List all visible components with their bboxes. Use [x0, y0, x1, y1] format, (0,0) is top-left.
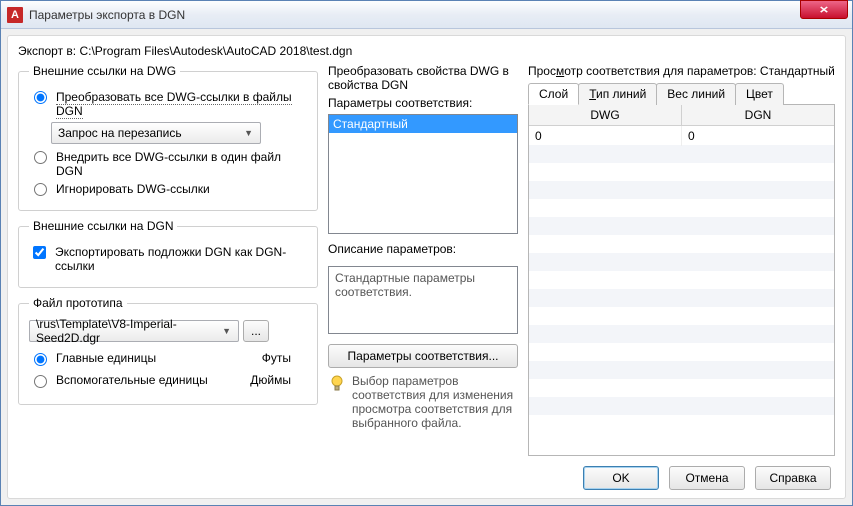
master-units-value: Футы — [262, 351, 291, 365]
radio-sub-units[interactable] — [34, 375, 47, 388]
close-button[interactable]: ✕ — [800, 0, 848, 19]
tab-lineweight[interactable]: Вес линий — [656, 83, 736, 105]
dialog-window: A Параметры экспорта в DGN ✕ Экспорт в: … — [0, 0, 853, 506]
radio-sub-units-label: Вспомогательные единицы — [56, 373, 208, 387]
radio-master-units[interactable] — [34, 353, 47, 366]
seed-file-combo[interactable]: \rus\Template\V8-Imperial-Seed2D.dgr ▼ — [29, 320, 239, 342]
chevron-down-icon: ▼ — [241, 128, 256, 138]
grid-header: DWG DGN — [529, 105, 834, 126]
overwrite-prompt-value: Запрос на перезапись — [58, 126, 182, 140]
sub-units-value: Дюймы — [250, 373, 291, 387]
export-path-line: Экспорт в: C:\Program Files\Autodesk\Aut… — [18, 44, 835, 58]
mapping-grid[interactable]: DWG DGN 0 0 — [528, 105, 835, 456]
cancel-button[interactable]: Отмена — [669, 466, 745, 490]
ok-button[interactable]: OK — [583, 466, 659, 490]
translate-section-label: Преобразовать свойства DWG в свойства DG… — [328, 64, 518, 92]
radio-bind-dwg-label: Внедрить все DWG-ссылки в один файл DGN — [56, 150, 307, 178]
mapping-desc-label: Описание параметров: — [328, 242, 518, 256]
chk-export-dgn-underlays[interactable] — [33, 246, 46, 259]
close-icon: ✕ — [819, 4, 829, 15]
app-icon: A — [7, 7, 23, 23]
tab-color[interactable]: Цвет — [735, 83, 784, 105]
chevron-down-icon: ▼ — [219, 326, 234, 336]
export-path-prefix: Экспорт в: — [18, 44, 79, 58]
ok-button-label: OK — [612, 471, 629, 485]
tab-color-label: Цвет — [746, 87, 773, 101]
cell-dgn: 0 — [682, 126, 834, 146]
group-seed-file-legend: Файл прототипа — [29, 296, 127, 310]
titlebar[interactable]: A Параметры экспорта в DGN ✕ — [1, 1, 852, 29]
dialog-body: Экспорт в: C:\Program Files\Autodesk\Aut… — [7, 35, 846, 499]
mapping-params-label: Параметры соответствия: — [328, 96, 518, 110]
help-button[interactable]: Справка — [755, 466, 831, 490]
mapping-setups-button-label: Параметры соответствия... — [348, 349, 499, 363]
radio-ignore-dwg[interactable] — [34, 183, 47, 196]
tab-lineweight-label: Вес линий — [667, 87, 725, 101]
group-dwg-xrefs-legend: Внешние ссылки на DWG — [29, 64, 180, 78]
tab-layer[interactable]: Слой — [528, 83, 579, 105]
overwrite-prompt-combo[interactable]: Запрос на перезапись ▼ — [51, 122, 261, 144]
help-button-label: Справка — [769, 471, 816, 485]
export-path-value: C:\Program Files\Autodesk\AutoCAD 2018\t… — [79, 44, 352, 58]
tab-layer-label: Слой — [539, 87, 568, 101]
ellipsis-icon: ... — [251, 324, 261, 338]
radio-master-units-label: Главные единицы — [56, 351, 156, 365]
group-dgn-xrefs: Внешние ссылки на DGN Экспортировать под… — [18, 219, 318, 288]
mapping-desc-text: Стандартные параметры соответствия. — [328, 266, 518, 334]
group-dgn-xrefs-legend: Внешние ссылки на DGN — [29, 219, 177, 233]
tab-linetype[interactable]: Тип линий — [578, 83, 657, 105]
hint-text: Выбор параметров соответствия для измене… — [352, 374, 518, 430]
lightbulb-icon — [328, 374, 346, 430]
radio-ignore-dwg-label: Игнорировать DWG-ссылки — [56, 182, 210, 196]
window-title: Параметры экспорта в DGN — [29, 8, 800, 22]
dialog-footer: OK Отмена Справка — [18, 456, 835, 490]
col-dgn[interactable]: DGN — [682, 105, 834, 125]
col-dwg[interactable]: DWG — [529, 105, 682, 125]
hint-row: Выбор параметров соответствия для измене… — [328, 374, 518, 430]
chk-export-dgn-underlays-label: Экспортировать подложки DGN как DGN-ссыл… — [55, 245, 295, 273]
cancel-button-label: Отмена — [685, 471, 728, 485]
preview-label: Просмотр соответствия для параметров: Ст… — [528, 64, 835, 78]
radio-bind-dwg[interactable] — [34, 151, 47, 164]
list-item[interactable]: Стандартный — [329, 115, 517, 133]
radio-translate-dwg[interactable] — [34, 91, 47, 104]
browse-seed-button[interactable]: ... — [243, 320, 269, 342]
cell-dwg: 0 — [529, 126, 682, 146]
radio-translate-dwg-label: Преобразовать все DWG-ссылки в файлы DGN — [56, 90, 307, 118]
group-seed-file: Файл прототипа \rus\Template\V8-Imperial… — [18, 296, 318, 405]
seed-file-value: \rus\Template\V8-Imperial-Seed2D.dgr — [36, 317, 219, 345]
preview-tabs: Слой Тип линий Вес линий Цвет — [528, 82, 835, 105]
mapping-setups-button[interactable]: Параметры соответствия... — [328, 344, 518, 368]
group-dwg-xrefs: Внешние ссылки на DWG Преобразовать все … — [18, 64, 318, 211]
table-row[interactable]: 0 0 — [529, 126, 834, 146]
mapping-setups-list[interactable]: Стандартный — [328, 114, 518, 234]
